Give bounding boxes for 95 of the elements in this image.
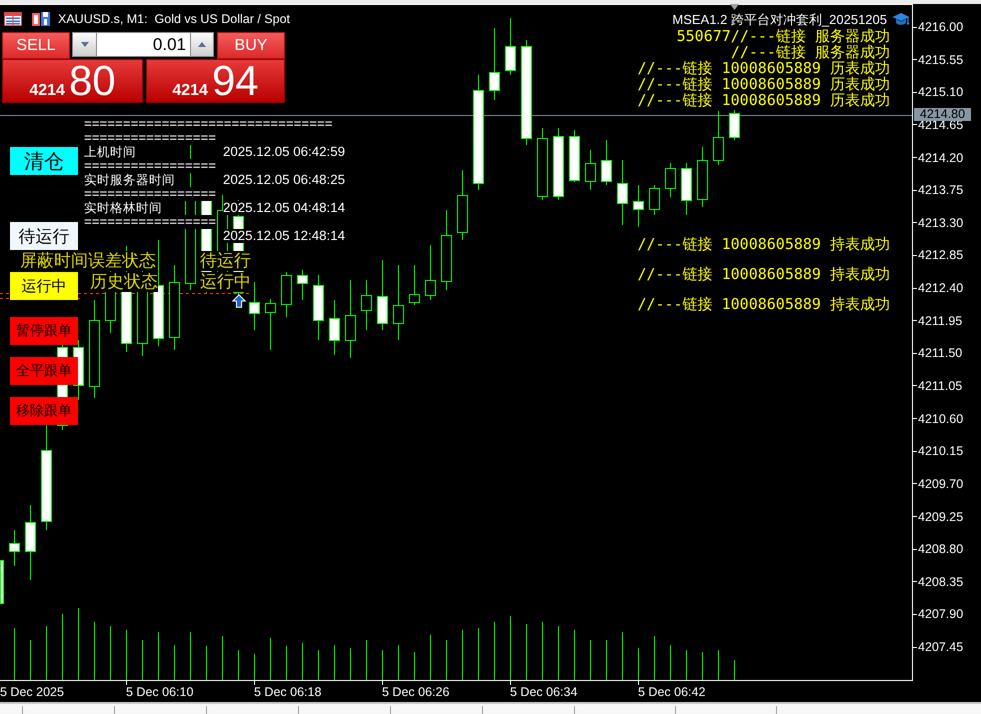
candlestick xyxy=(361,280,372,330)
chart-object-button[interactable]: 运行中 xyxy=(10,272,78,300)
price-tick-label: 4208.35 xyxy=(913,574,964,589)
log-message: //---链接 10008605889 历表成功 xyxy=(637,92,890,108)
status-text: 历史状态 xyxy=(90,272,158,292)
log-message: //---链接 10008605889 历表成功 xyxy=(637,76,890,92)
price-tick-label: 4215.10 xyxy=(913,85,964,100)
log-message: //---链接 10008605889 持表成功 xyxy=(637,266,890,282)
timestamp-text: 2025.12.05 04:48:14 xyxy=(223,201,346,215)
candlestick xyxy=(281,272,292,318)
table-icon[interactable] xyxy=(4,12,22,26)
timestamp-text: 2025.12.05 06:42:59 xyxy=(223,145,346,159)
candlestick xyxy=(425,244,436,300)
log-message: //---链接 10008605889 持表成功 xyxy=(637,296,890,312)
up-arrow-icon xyxy=(232,294,246,308)
candlestick xyxy=(569,130,580,182)
candlestick xyxy=(681,162,692,216)
price-tick-label: 4214.20 xyxy=(913,150,964,164)
time-tick-label: 5 Dec 06:34 xyxy=(510,681,578,699)
down-triangle-icon xyxy=(80,42,88,47)
candlestick xyxy=(633,184,644,228)
candlestick xyxy=(249,282,260,330)
candlestick xyxy=(377,260,388,330)
log-message: //---链接 服务器成功 xyxy=(730,44,890,60)
timestamp-text: 2025.12.05 06:48:25 xyxy=(223,173,346,187)
status-text: 运行中 xyxy=(200,272,251,292)
price-tick-label: 4210.60 xyxy=(913,412,964,426)
volume-up-button[interactable] xyxy=(190,32,214,57)
chart-title: XAUUSD.s, M1: Gold vs US Dollar / Spot xyxy=(58,12,290,26)
up-triangle-icon xyxy=(198,42,206,47)
price-tick-label: 4212.85 xyxy=(913,248,964,262)
separator-text: ================= xyxy=(84,187,216,201)
separator-text: ================= xyxy=(84,215,216,229)
price-tick-label: 4211.50 xyxy=(913,346,962,360)
log-message: //---链接 10008605889 历表成功 xyxy=(637,60,890,76)
candlestick xyxy=(617,160,628,226)
candlestick xyxy=(0,560,4,604)
candlestick xyxy=(265,298,276,350)
candlestick xyxy=(9,530,20,566)
price-tick-label: 4208.80 xyxy=(913,542,964,556)
chart-object-button[interactable]: 移除跟单 xyxy=(10,397,78,425)
info-label: 实时格林时间 xyxy=(84,201,162,215)
current-price-label: 4214.80 xyxy=(914,108,971,121)
price-tick-label: 4211.95 xyxy=(913,314,962,328)
price-tick-label: 4210.15 xyxy=(913,444,964,458)
time-tick-label: 5 Dec 06:42 xyxy=(638,681,706,699)
price-tick-label: 4212.40 xyxy=(913,281,964,295)
status-text: 屏蔽时间误差状态 xyxy=(20,251,156,271)
candlestick xyxy=(297,270,308,300)
price-tick-label: 4207.45 xyxy=(913,640,964,654)
lot-size-field[interactable]: 0.01 xyxy=(97,32,190,57)
log-message: 550677//---链接 服务器成功 xyxy=(676,28,890,44)
time-tick-label: 5 Dec 06:18 xyxy=(254,681,322,699)
buy-price-button[interactable]: 4214 94 xyxy=(146,59,285,103)
candlestick xyxy=(505,18,516,76)
candlestick xyxy=(313,274,324,340)
price-tick-label: 4209.25 xyxy=(913,510,964,524)
timestamp-text: 2025.12.05 12:48:14 xyxy=(223,229,346,243)
price-tick-label: 4213.75 xyxy=(913,183,964,198)
split-tile-icon[interactable] xyxy=(32,12,50,26)
info-label: 上机时间 xyxy=(84,145,136,159)
separator-text: ================= xyxy=(84,159,216,173)
time-tick-label: 5 Dec 06:10 xyxy=(126,681,194,699)
candlestick xyxy=(665,162,676,198)
candlestick xyxy=(601,140,612,186)
info-label: 实时服务器时间 xyxy=(84,173,175,187)
price-tick-label: 4211.05 xyxy=(913,378,962,393)
chart-object-button[interactable]: 全平跟单 xyxy=(10,357,78,385)
price-tick-label: 4209.70 xyxy=(913,476,964,491)
candlestick xyxy=(649,184,660,216)
sell-price-button[interactable]: 4214 80 xyxy=(2,59,143,103)
graduation-cap-icon xyxy=(892,12,910,27)
status-text: 待运行 xyxy=(200,251,251,271)
price-tick-label: 4215.55 xyxy=(913,52,964,67)
time-tick-label: 5 Dec 2025 xyxy=(0,684,64,699)
chart-object-button[interactable]: 待运行 xyxy=(10,222,78,250)
candlestick xyxy=(697,146,708,208)
log-message: //---链接 10008605889 持表成功 xyxy=(637,236,890,252)
candlestick xyxy=(713,110,724,166)
candlestick xyxy=(585,150,596,190)
chart-object-button[interactable]: 清仓 xyxy=(10,147,78,175)
expert-name: MSEA1.2 跨平台对冲套利_20251205 xyxy=(672,12,887,27)
candlestick xyxy=(729,110,740,140)
buy-button[interactable]: BUY xyxy=(217,32,285,59)
price-tick-label: 4207.90 xyxy=(913,607,964,622)
candlestick xyxy=(409,264,420,306)
candlestick xyxy=(329,300,340,356)
sell-button[interactable]: SELL xyxy=(2,32,70,59)
price-tick-label: 4213.30 xyxy=(913,216,964,230)
price-tick-label: 4216.00 xyxy=(913,20,964,34)
volume-down-button[interactable] xyxy=(72,32,97,57)
time-tick-label: 5 Dec 06:26 xyxy=(382,681,450,699)
candlestick xyxy=(73,340,84,400)
chart-object-button[interactable]: 暂停跟单 xyxy=(10,317,78,345)
candlestick xyxy=(457,170,468,240)
